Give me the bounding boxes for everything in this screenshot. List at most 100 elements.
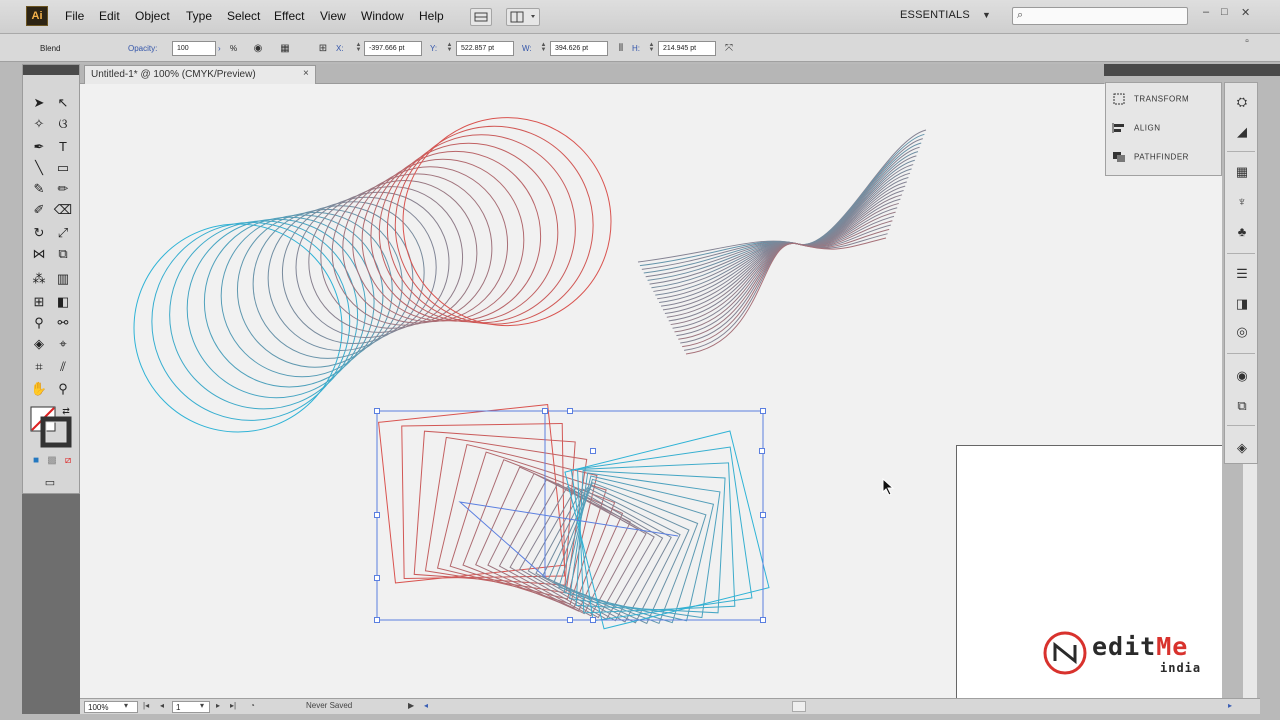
- eraser-tool-icon[interactable]: ⌫: [52, 200, 74, 220]
- gradient-icon[interactable]: ◨: [1232, 295, 1252, 313]
- layers-icon[interactable]: ◈: [1232, 439, 1252, 457]
- previous-artboard-icon[interactable]: ◂: [160, 701, 164, 710]
- next-artboard-icon[interactable]: ▸: [216, 701, 220, 710]
- width-tool-icon[interactable]: ⋈: [28, 244, 50, 264]
- menu-file[interactable]: File: [65, 9, 84, 23]
- bridge-reveal-icon[interactable]: ◔: [250, 701, 255, 710]
- y-stepper-icon[interactable]: ▲ ▼: [446, 42, 453, 54]
- scale-tool-icon[interactable]: ⤢: [52, 223, 74, 243]
- menu-type[interactable]: Type: [186, 9, 212, 23]
- pen-tool-icon[interactable]: ✒: [28, 137, 50, 157]
- menu-view[interactable]: View: [320, 9, 346, 23]
- stroke-icon[interactable]: ☰: [1232, 265, 1252, 283]
- menu-help[interactable]: Help: [419, 9, 444, 23]
- transform-panel-button[interactable]: TRANSFORM: [1112, 93, 1189, 113]
- symbols-icon[interactable]: ♣: [1232, 223, 1252, 241]
- color-guide-icon[interactable]: ⛭: [1232, 93, 1252, 111]
- artboard-number-field[interactable]: 1: [172, 701, 210, 713]
- bridge-button[interactable]: [470, 8, 492, 26]
- opacity-label[interactable]: Opacity:: [128, 44, 157, 53]
- rectangle-tool-icon[interactable]: ▭: [52, 158, 74, 178]
- free-transform-tool-icon[interactable]: ⧉: [52, 244, 74, 264]
- pencil-tool-icon[interactable]: ✏: [52, 179, 74, 199]
- maximize-icon[interactable]: □: [1221, 6, 1228, 18]
- graph-tool-icon[interactable]: ▥: [52, 269, 74, 289]
- blob-brush-tool-icon[interactable]: ✐: [28, 200, 50, 220]
- mesh-tool-icon[interactable]: ⊞: [28, 292, 50, 312]
- lasso-tool-icon[interactable]: ଓ: [52, 114, 74, 134]
- brushes-icon[interactable]: ♆: [1232, 193, 1252, 211]
- tools-panel-grip[interactable]: [23, 65, 79, 75]
- selection-tool-icon[interactable]: ➤: [28, 93, 50, 113]
- live-paint-tool-icon[interactable]: ◈: [28, 334, 50, 354]
- scroll-right-icon[interactable]: ▸: [1228, 701, 1232, 710]
- align-panel-button[interactable]: ALIGN: [1112, 122, 1161, 142]
- scroll-left-icon[interactable]: ◂: [424, 701, 428, 710]
- graphic-styles-icon[interactable]: ⧉: [1232, 397, 1252, 415]
- status-menu-arrow-icon[interactable]: ▶: [408, 701, 414, 710]
- blend-squares[interactable]: [378, 404, 770, 630]
- panel-menu-icon[interactable]: ▫: [1240, 35, 1254, 48]
- workspace-switcher[interactable]: ESSENTIALS: [900, 9, 970, 21]
- artboard-dropdown-icon[interactable]: ▾: [200, 701, 204, 710]
- opacity-field[interactable]: 100: [172, 41, 216, 56]
- screen-mode-icon[interactable]: ▭: [39, 473, 61, 493]
- symbol-sprayer-tool-icon[interactable]: ⁂: [28, 269, 50, 289]
- x-stepper-icon[interactable]: ▲ ▼: [355, 42, 362, 54]
- w-stepper-icon[interactable]: ▲ ▼: [540, 42, 547, 54]
- pathfinder-panel-button[interactable]: PATHFINDER: [1112, 151, 1189, 171]
- document-tab[interactable]: Untitled-1* @ 100% (CMYK/Preview) ×: [84, 65, 316, 84]
- opacity-arrow-icon[interactable]: ›: [218, 44, 221, 53]
- last-artboard-icon[interactable]: ▸|: [230, 701, 236, 710]
- search-input[interactable]: ⌕: [1012, 7, 1188, 25]
- canvas[interactable]: editMe india: [80, 84, 1222, 698]
- menu-object[interactable]: Object: [135, 9, 170, 23]
- w-field[interactable]: 394.626 pt: [550, 41, 608, 56]
- gradient-tool-icon[interactable]: ◧: [52, 292, 74, 312]
- type-tool-icon[interactable]: T: [52, 137, 74, 157]
- app-logo[interactable]: Ai: [26, 6, 48, 26]
- horizontal-scroll-thumb[interactable]: [792, 701, 806, 712]
- transform-origin-icon[interactable]: ⊞: [316, 42, 330, 55]
- live-paint-selection-icon[interactable]: ⌖: [52, 334, 74, 354]
- transform-each-icon[interactable]: ⤧: [722, 42, 736, 55]
- eyedropper-tool-icon[interactable]: ⚲: [28, 313, 50, 333]
- minimize-icon[interactable]: –: [1203, 6, 1209, 18]
- magic-wand-tool-icon[interactable]: ✧: [28, 114, 50, 134]
- blend-tool-icon[interactable]: ⚯: [52, 313, 74, 333]
- color-icon[interactable]: ◢: [1232, 123, 1252, 141]
- zoom-field[interactable]: 100%: [84, 701, 138, 713]
- swap-fill-stroke-icon[interactable]: ⇄: [55, 401, 77, 421]
- menu-select[interactable]: Select: [227, 9, 260, 23]
- h-stepper-icon[interactable]: ▲ ▼: [648, 42, 655, 54]
- paintbrush-tool-icon[interactable]: ✎: [28, 179, 50, 199]
- constrain-proportions-icon[interactable]: ⫴: [614, 42, 628, 55]
- transparency-icon[interactable]: ◎: [1232, 323, 1252, 341]
- panel-dock-header[interactable]: [1104, 64, 1280, 76]
- save-status[interactable]: Never Saved: [306, 701, 352, 710]
- menu-effect[interactable]: Effect: [274, 9, 304, 23]
- close-icon[interactable]: ✕: [1241, 6, 1250, 19]
- artwork[interactable]: [80, 84, 1222, 698]
- menu-window[interactable]: Window: [361, 9, 404, 23]
- rotate-tool-icon[interactable]: ↻: [28, 223, 50, 243]
- recolor-icon[interactable]: ◉: [251, 42, 265, 55]
- reference-point-icon[interactable]: ▦: [278, 42, 292, 55]
- vertical-scrollbar[interactable]: [1243, 464, 1257, 698]
- h-field[interactable]: 214.945 pt: [658, 41, 716, 56]
- blend-ribbon[interactable]: [637, 129, 927, 355]
- blend-circles[interactable]: [133, 117, 612, 433]
- zoom-tool-icon[interactable]: ⚲: [52, 379, 74, 399]
- none-mode-icon[interactable]: ⧄: [57, 451, 79, 471]
- appearance-icon[interactable]: ◉: [1232, 367, 1252, 385]
- slice-tool-icon[interactable]: ⫽: [52, 357, 74, 377]
- y-field[interactable]: 522.857 pt: [456, 41, 514, 56]
- hand-tool-icon[interactable]: ✋: [28, 379, 50, 399]
- x-field[interactable]: -397.666 pt: [364, 41, 422, 56]
- artboard-tool-icon[interactable]: ⌗: [28, 357, 50, 377]
- direct-selection-tool-icon[interactable]: ↖: [52, 93, 74, 113]
- first-artboard-icon[interactable]: |◂: [143, 701, 149, 710]
- arrange-documents-button[interactable]: [506, 8, 540, 26]
- chevron-down-icon[interactable]: ▼: [982, 10, 991, 20]
- zoom-dropdown-icon[interactable]: ▾: [124, 701, 128, 710]
